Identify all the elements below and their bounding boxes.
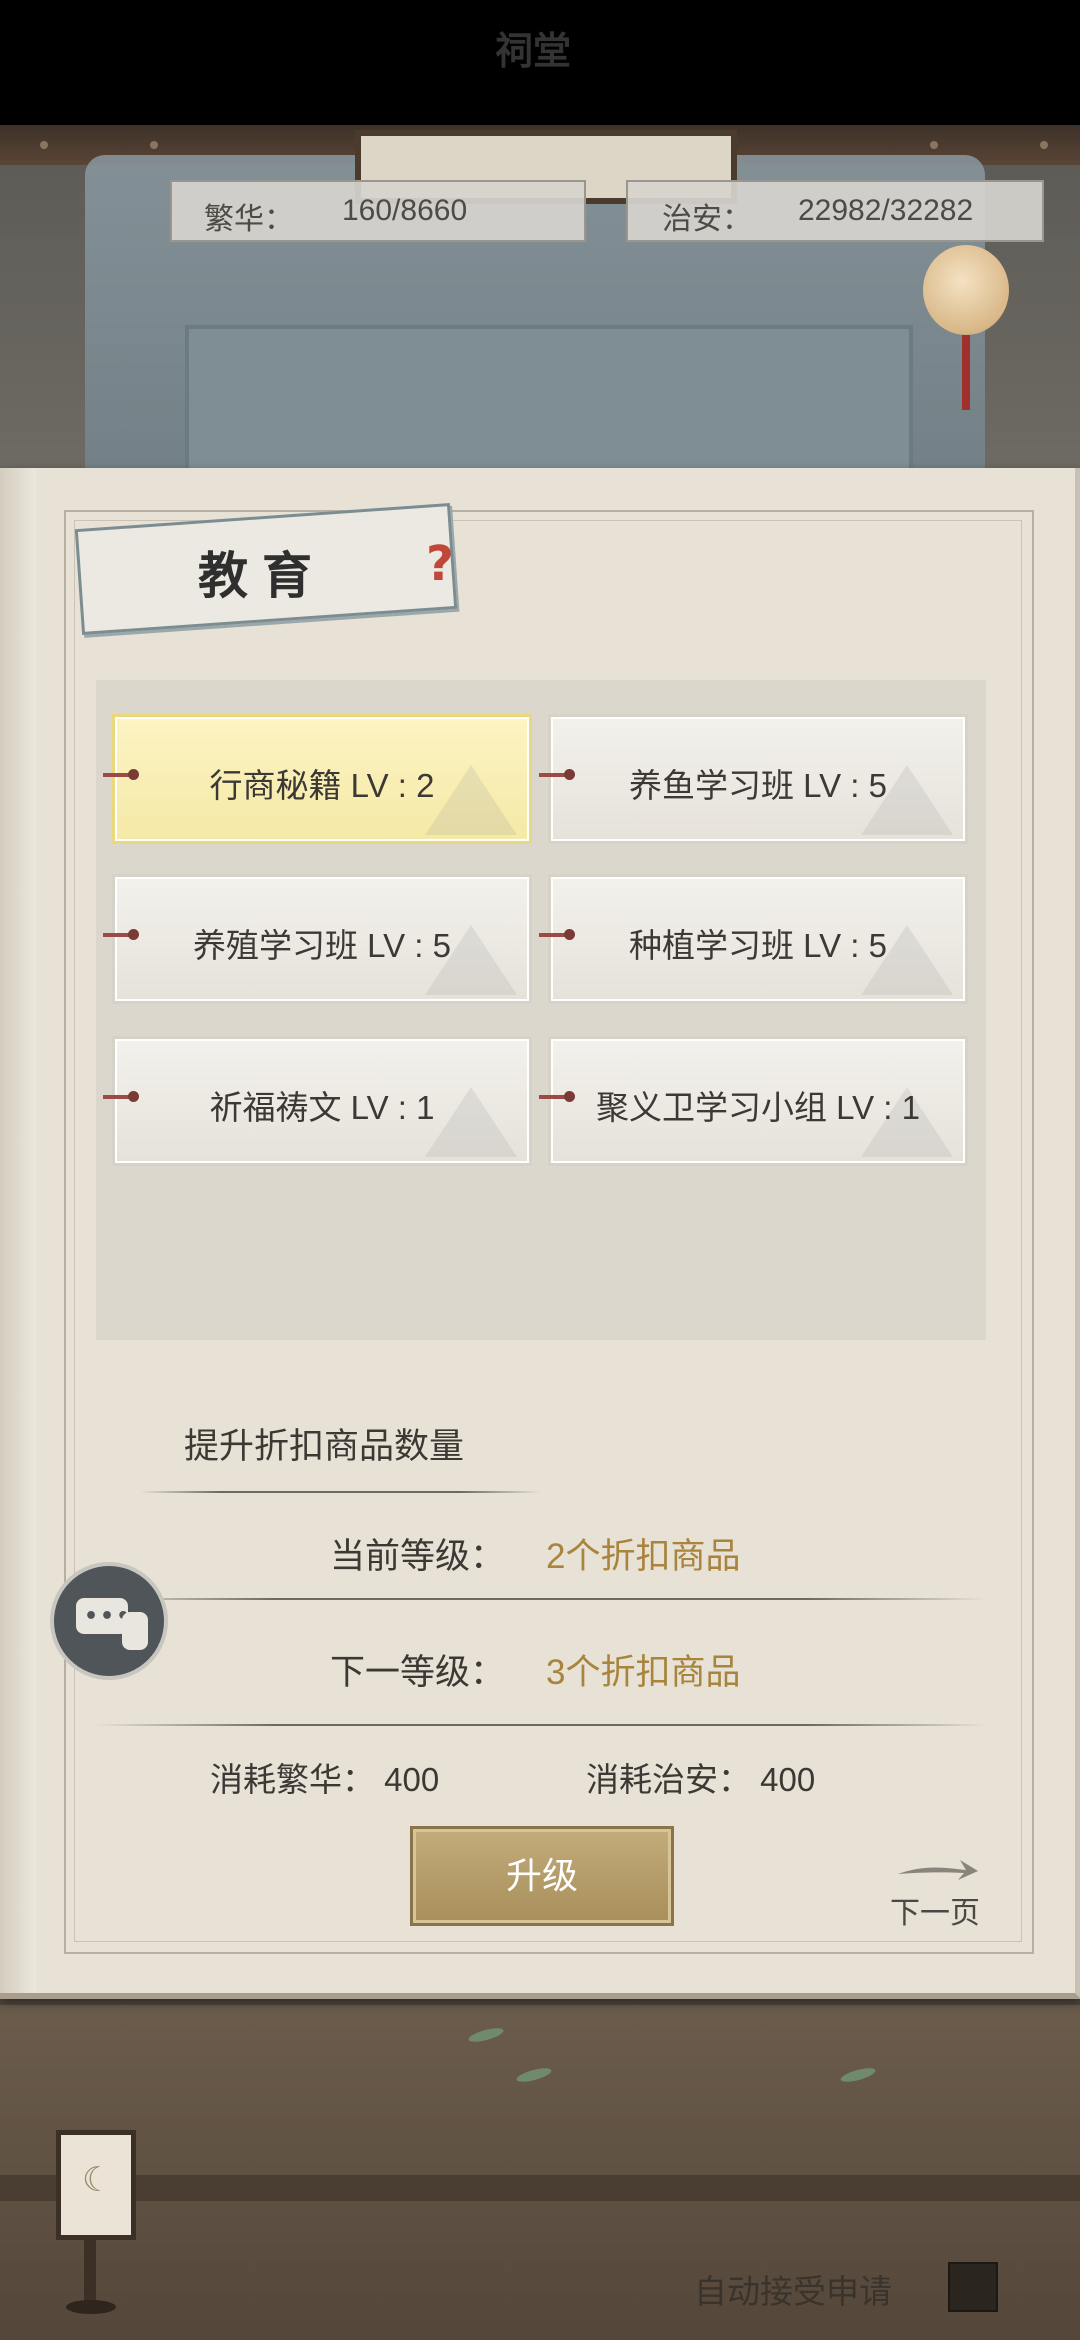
tech-card-label: 种植学习班 LV : 5 — [629, 927, 887, 964]
tech-card-fishing[interactable]: 养鱼学习班 LV : 5 — [539, 714, 968, 844]
tech-card-guard[interactable]: 聚义卫学习小组 LV : 1 — [539, 1036, 968, 1166]
tech-grid: 行商秘籍 LV : 2 养鱼学习班 LV : 5 养殖学习班 LV : 5 种植… — [96, 680, 986, 1340]
moon-icon: ☾ — [82, 2160, 113, 2200]
lamp-base — [66, 2300, 116, 2314]
current-level-value: 2个折扣商品 — [546, 1537, 741, 1576]
divider — [96, 1598, 986, 1600]
divider — [140, 1491, 540, 1493]
panel-title: 教育 — [198, 546, 326, 605]
prosperity-bar: 繁华： 160/8660 — [170, 180, 586, 242]
current-level-label: 当前等级： — [330, 1537, 506, 1576]
hall-sign-text: 祠堂 — [495, 28, 572, 73]
tech-card-label: 养殖学习班 LV : 5 — [193, 927, 451, 964]
next-level-value: 3个折扣商品 — [546, 1653, 741, 1692]
tech-card-breeding[interactable]: 养殖学习班 LV : 5 — [103, 874, 532, 1004]
auto-accept-checkbox[interactable] — [948, 2262, 998, 2312]
security-label: 治安： — [662, 203, 752, 236]
help-icon[interactable]: ? — [426, 536, 454, 592]
auto-accept-label: 自动接受申请 — [694, 2273, 892, 2310]
security-bar: 治安： 22982/32282 — [626, 180, 1044, 242]
tech-card-planting[interactable]: 种植学习班 LV : 5 — [539, 874, 968, 1004]
floor-edge — [0, 2175, 1080, 2201]
lantern-icon — [923, 245, 1009, 335]
divider — [96, 1724, 986, 1726]
lantern-tassel — [962, 335, 970, 410]
tech-card-label: 行商秘籍 LV : 2 — [209, 767, 435, 804]
lamp-stand — [84, 2238, 96, 2308]
cost-prosperity: 消耗繁华： 400 — [210, 1761, 440, 1798]
prosperity-label: 繁华： — [204, 203, 294, 236]
tech-card-label: 养鱼学习班 LV : 5 — [629, 767, 887, 804]
tech-description: 提升折扣商品数量 — [184, 1427, 465, 1466]
security-value: 22982/32282 — [798, 194, 974, 227]
education-panel: 教育 ? 行商秘籍 LV : 2 养鱼学习班 LV : 5 养殖学习班 LV :… — [0, 468, 1080, 1999]
next-page-button[interactable]: 下一页 — [890, 1888, 980, 1932]
tech-card-label: 聚义卫学习小组 LV : 1 — [596, 1089, 920, 1126]
cost-security: 消耗治安： 400 — [586, 1761, 816, 1798]
prosperity-value: 160/8660 — [342, 194, 468, 227]
floor — [0, 2005, 1080, 2340]
chat-button[interactable]: ••• — [50, 1562, 168, 1680]
tech-card-prayer[interactable]: 祈福祷文 LV : 1 — [103, 1036, 532, 1166]
jar-icon — [122, 1612, 148, 1650]
next-arrow-icon[interactable] — [896, 1858, 980, 1882]
upgrade-button[interactable]: 升级 — [410, 1826, 674, 1926]
next-level-label: 下一等级： — [330, 1653, 506, 1692]
tech-card-label: 祈福祷文 LV : 1 — [209, 1089, 435, 1126]
tech-card-trade[interactable]: 行商秘籍 LV : 2 — [103, 714, 532, 844]
book-spine — [0, 468, 36, 1993]
